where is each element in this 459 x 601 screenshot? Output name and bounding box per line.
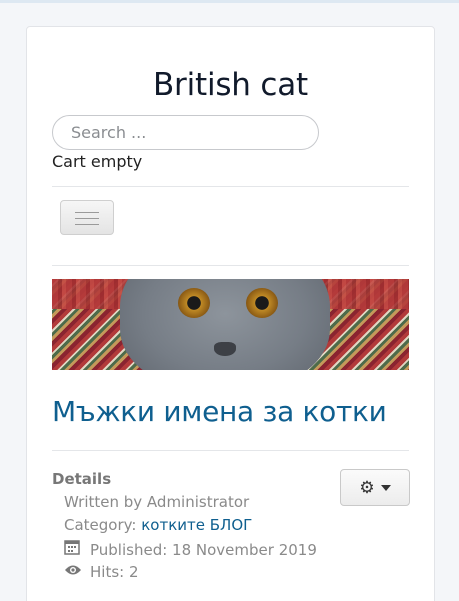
- banner-image: [52, 279, 409, 370]
- hamburger-icon: [75, 224, 99, 225]
- caret-down-icon: [380, 484, 391, 491]
- published-date: Published: 18 November 2019: [90, 541, 317, 559]
- meta-author: Written by Administrator: [64, 493, 250, 511]
- cart-status: Cart empty: [52, 152, 143, 171]
- meta-published: Published: 18 November 2019: [64, 539, 317, 559]
- cat-eye-right: [246, 288, 278, 318]
- hits-count: Hits: 2: [90, 563, 139, 581]
- divider: [52, 450, 409, 451]
- cat-face: [120, 279, 330, 370]
- article-title[interactable]: Мъжки имена за котки: [52, 395, 387, 428]
- details-label: Details: [52, 470, 112, 488]
- hamburger-icon: [75, 212, 99, 213]
- nav-toggle-button[interactable]: [60, 200, 114, 235]
- search-input[interactable]: [52, 115, 319, 150]
- content-card: British cat Cart empty Мъжки имена за ко…: [26, 26, 435, 601]
- site-title[interactable]: British cat: [27, 67, 434, 103]
- cat-eye-left: [178, 288, 210, 318]
- gear-icon: ⚙: [359, 477, 375, 497]
- category-label: Category:: [64, 516, 142, 534]
- divider: [52, 265, 409, 266]
- divider: [52, 186, 409, 187]
- meta-category: Category: котките БЛОГ: [64, 516, 252, 534]
- cat-nose: [214, 342, 236, 356]
- top-accent-line: [0, 0, 459, 3]
- eye-icon: [64, 563, 82, 581]
- category-link[interactable]: котките БЛОГ: [141, 516, 252, 534]
- hamburger-icon: [75, 218, 99, 219]
- article-tools-button[interactable]: ⚙: [340, 469, 410, 506]
- calendar-icon: [64, 539, 82, 559]
- meta-hits: Hits: 2: [64, 563, 139, 581]
